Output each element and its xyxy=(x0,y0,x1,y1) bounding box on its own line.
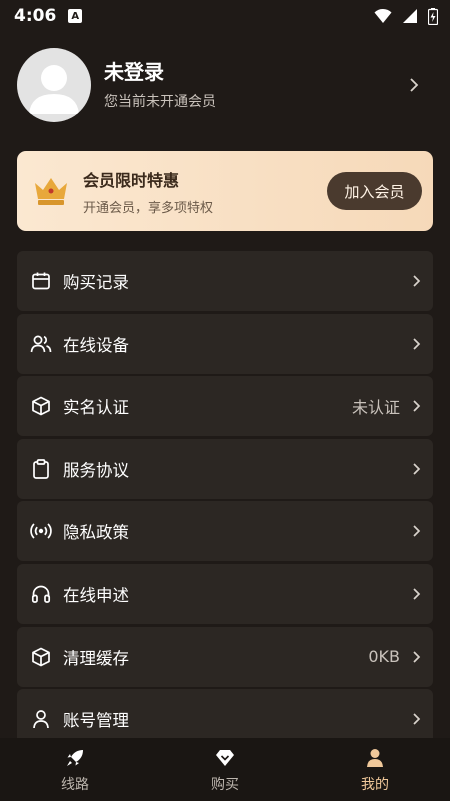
wifi-icon xyxy=(374,8,392,23)
menu-label: 在线申述 xyxy=(63,585,129,605)
signal-icon xyxy=(403,9,417,23)
calendar-icon xyxy=(30,270,52,292)
menu-label: 隐私政策 xyxy=(63,523,129,543)
menu-item-real-name-verification[interactable]: 实名认证 未认证 xyxy=(17,376,433,437)
box-icon xyxy=(30,646,52,668)
cache-size: 0KB xyxy=(368,647,400,667)
menu-label: 在线设备 xyxy=(63,335,129,355)
menu-item-purchase-history[interactable]: 购买记录 xyxy=(17,251,433,311)
verification-status: 未认证 xyxy=(351,398,400,418)
vip-title: 会员限时特惠 xyxy=(83,170,180,190)
chevron-right-icon xyxy=(413,713,421,725)
cube-icon xyxy=(30,395,52,417)
default-avatar-icon xyxy=(29,65,79,114)
nav-tab-mine[interactable]: 我的 xyxy=(300,738,450,801)
menu-item-online-appeal[interactable]: 在线申述 xyxy=(17,563,433,624)
users-icon xyxy=(30,333,52,355)
chevron-right-icon xyxy=(413,588,421,600)
rocket-icon xyxy=(65,748,85,768)
broadcast-icon xyxy=(30,520,52,542)
menu-label: 清理缓存 xyxy=(63,648,129,668)
avatar[interactable] xyxy=(17,48,91,122)
chevron-right-icon xyxy=(413,650,421,663)
profile-header[interactable]: 未登录 您当前未开通会员 xyxy=(17,47,433,123)
menu-label: 实名认证 xyxy=(63,398,129,418)
menu-label: 账号管理 xyxy=(63,711,129,731)
headphones-icon xyxy=(30,583,52,605)
nav-tab-purchase[interactable]: 购买 xyxy=(150,738,300,801)
nav-tab-routes[interactable]: 线路 xyxy=(0,738,150,801)
chevron-right-icon xyxy=(410,78,419,92)
membership-status: 您当前未开通会员 xyxy=(104,94,216,110)
vip-subtitle: 开通会员，享多项特权 xyxy=(83,200,214,216)
chevron-right-icon xyxy=(413,400,421,412)
clipboard-icon xyxy=(30,458,52,480)
nav-label: 我的 xyxy=(361,777,389,793)
menu-item-clear-cache[interactable]: 清理缓存 0KB xyxy=(17,626,433,687)
join-membership-button[interactable]: 加入会员 xyxy=(327,172,422,210)
status-icons xyxy=(374,7,438,25)
chevron-right-icon xyxy=(413,525,421,537)
person-icon xyxy=(365,748,385,768)
user-icon xyxy=(30,708,52,730)
chevron-right-icon xyxy=(413,337,421,350)
nav-label: 购买 xyxy=(211,777,239,793)
menu-item-online-devices[interactable]: 在线设备 xyxy=(17,313,433,374)
status-time: 4:06 xyxy=(14,6,57,26)
crown-icon xyxy=(35,178,67,205)
status-bar: 4:06 A xyxy=(0,0,450,32)
battery-icon xyxy=(428,7,438,25)
menu-label: 购买记录 xyxy=(63,273,129,292)
nav-label: 线路 xyxy=(61,777,89,793)
chevron-right-icon xyxy=(413,275,421,287)
bottom-navigation: 线路 购买 我的 xyxy=(0,738,450,801)
settings-menu: 购买记录 在线设备 实名认证 未认证 服务协议 隐私政策 在线申述 清理缓存 0… xyxy=(17,251,433,752)
diamond-icon xyxy=(215,748,235,768)
chevron-right-icon xyxy=(413,463,421,475)
menu-label: 服务协议 xyxy=(63,460,129,480)
menu-item-privacy-policy[interactable]: 隐私政策 xyxy=(17,501,433,562)
menu-item-service-agreement[interactable]: 服务协议 xyxy=(17,438,433,499)
vip-promo-card[interactable]: 会员限时特惠 开通会员，享多项特权 加入会员 xyxy=(17,151,433,231)
notification-icon: A xyxy=(68,9,83,23)
profile-name: 未登录 xyxy=(104,60,164,84)
